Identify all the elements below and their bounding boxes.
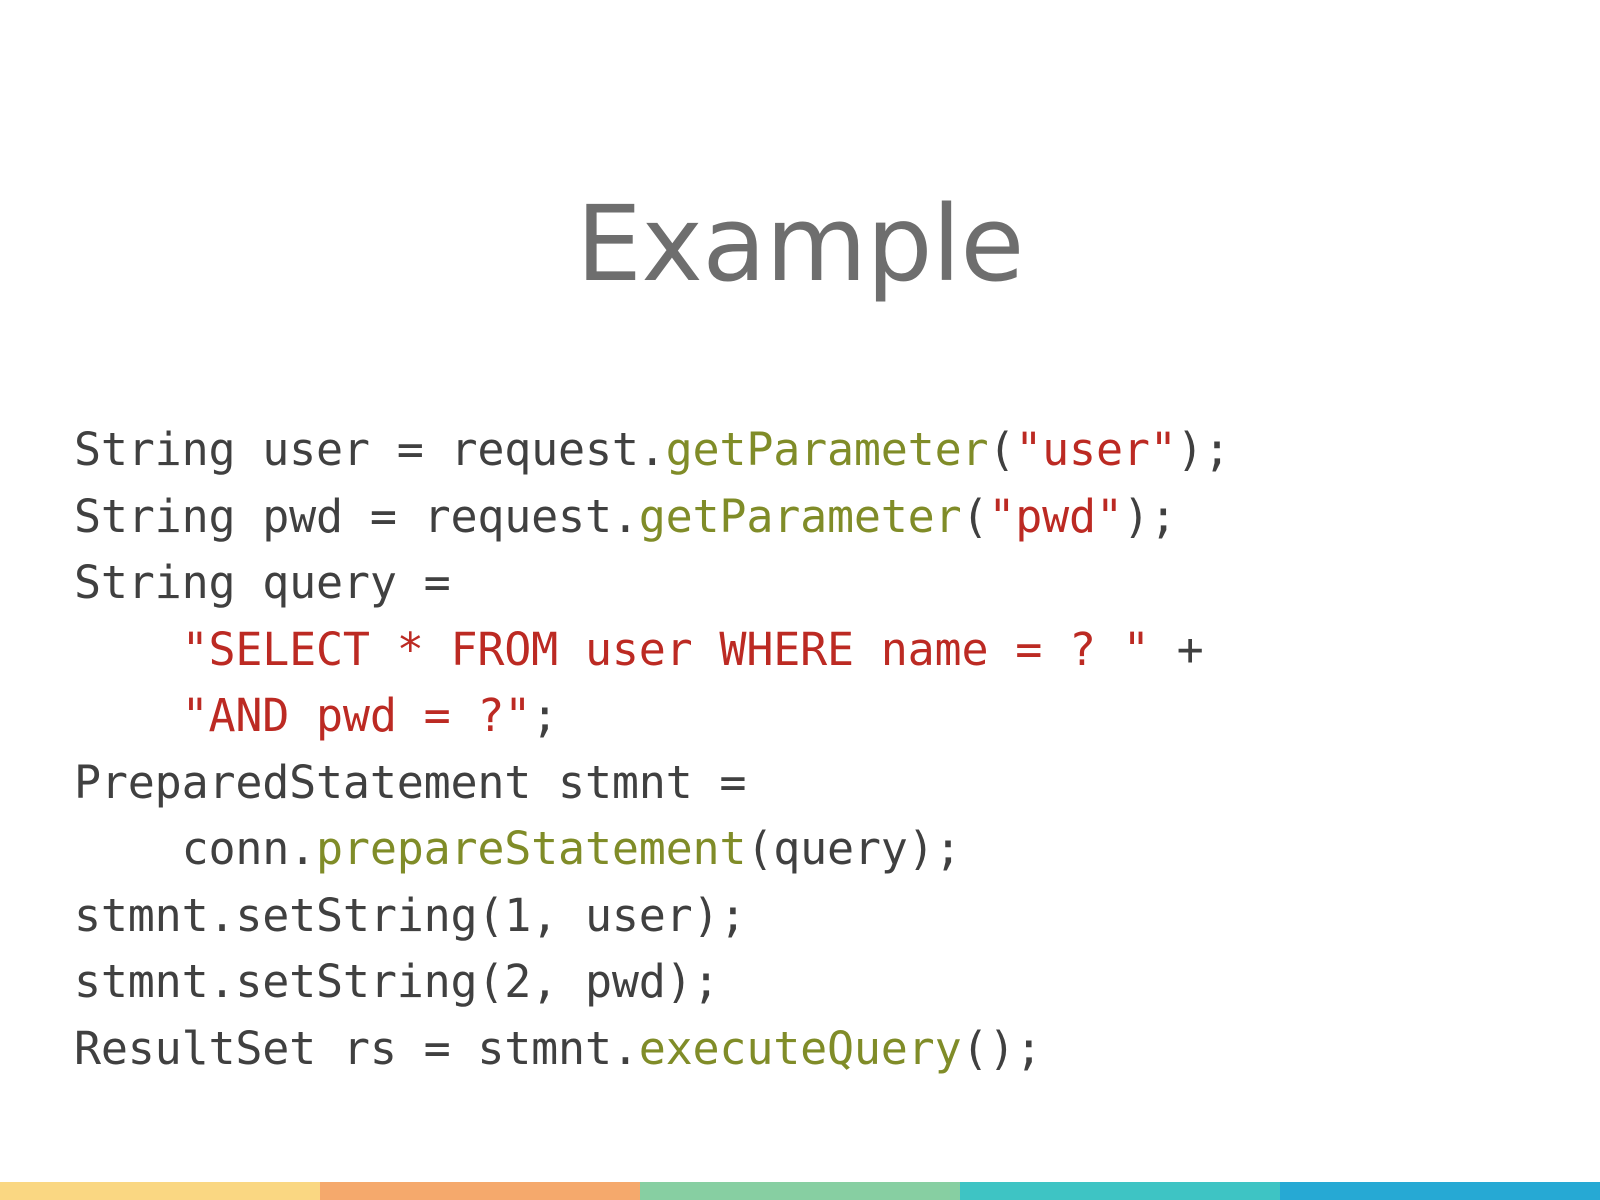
code-token-plain: ); <box>1176 423 1231 476</box>
code-line: String query = <box>74 550 1554 617</box>
code-token-plain: ResultSet rs = stmnt. <box>74 1021 639 1075</box>
code-token-plain: String pwd = request. <box>74 489 639 543</box>
code-token-plain: stmnt.setString(1, user); <box>74 888 747 942</box>
code-token-plain: + <box>1149 622 1204 676</box>
code-token-string: "pwd" <box>988 489 1123 543</box>
code-token-method: prepareStatement <box>316 822 747 875</box>
code-line: conn.prepareStatement(query); <box>74 816 1554 883</box>
code-token-plain: (); <box>961 1021 1043 1075</box>
code-line: String user = request.getParameter("user… <box>74 417 1554 484</box>
code-token-plain: String user = request. <box>74 423 666 476</box>
code-token-plain: ( <box>988 423 1016 476</box>
code-line: stmnt.setString(2, pwd); <box>74 949 1554 1016</box>
code-block: String user = request.getParameter("user… <box>74 417 1554 1082</box>
code-token-plain: conn. <box>74 822 317 875</box>
page-title: Example <box>576 182 1024 305</box>
code-line: stmnt.setString(1, user); <box>74 883 1554 950</box>
bar-segment-teal <box>960 1182 1280 1200</box>
code-line: String pwd = request.getParameter("pwd")… <box>74 484 1554 551</box>
code-line: "SELECT * FROM user WHERE name = ? " + <box>74 617 1554 684</box>
code-line: "AND pwd = ?"; <box>74 683 1554 750</box>
code-token-plain: ); <box>1122 489 1177 543</box>
code-token-string: "SELECT * FROM user WHERE name = ? " <box>181 622 1150 676</box>
code-line: ResultSet rs = stmnt.executeQuery(); <box>74 1016 1554 1083</box>
code-token-plain: String query = <box>74 556 451 609</box>
code-token-plain: stmnt.setString(2, pwd); <box>74 955 720 1008</box>
code-token-plain: ( <box>961 489 989 543</box>
code-token-method: getParameter <box>638 489 962 543</box>
code-token-plain: ; <box>531 689 559 742</box>
bar-segment-blue <box>1280 1182 1600 1200</box>
code-token-method: executeQuery <box>638 1021 962 1075</box>
code-line: PreparedStatement stmnt = <box>74 750 1554 817</box>
bar-segment-yellow <box>0 1182 320 1200</box>
bar-segment-orange <box>320 1182 640 1200</box>
code-token-method: getParameter <box>665 423 989 476</box>
bottom-color-bar <box>0 1182 1600 1200</box>
code-token-plain: PreparedStatement stmnt = <box>74 755 747 809</box>
code-token-plain: (query); <box>746 822 962 875</box>
code-token-string: "AND pwd = ?" <box>181 689 532 742</box>
code-token-string: "user" <box>1015 423 1177 476</box>
bar-segment-green <box>640 1182 960 1200</box>
slide: Example String user = request.getParamet… <box>0 0 1600 1200</box>
